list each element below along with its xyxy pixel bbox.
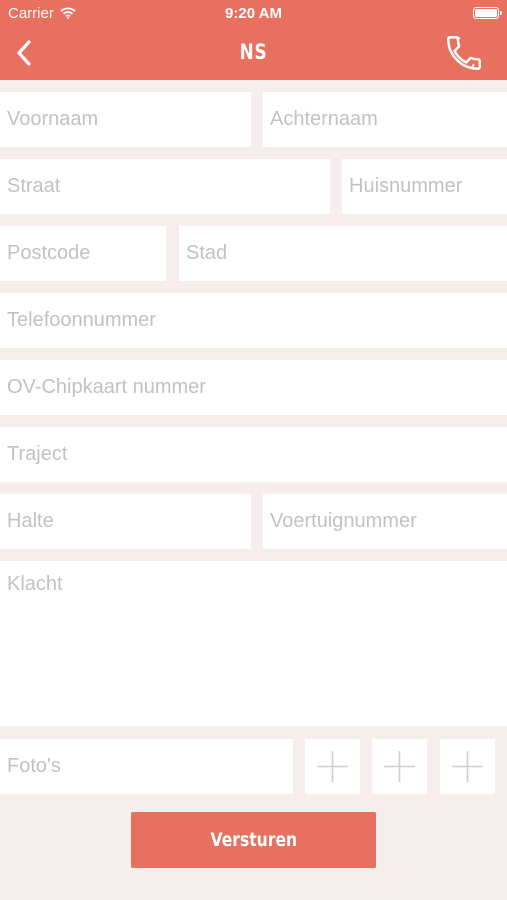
plus-icon — [440, 749, 495, 784]
phone-icon[interactable] — [443, 32, 485, 74]
street-field[interactable] — [0, 159, 330, 214]
route-field[interactable] — [0, 427, 507, 482]
add-photo-button-1[interactable] — [305, 739, 360, 794]
ov-chipkaart-field[interactable] — [0, 360, 507, 415]
vehicle-number-field[interactable] — [263, 494, 507, 549]
complaint-field[interactable] — [0, 561, 507, 726]
stop-field[interactable] — [0, 494, 251, 549]
plus-icon — [372, 749, 427, 784]
submit-button[interactable]: Versturen — [131, 812, 376, 868]
add-photo-button-2[interactable] — [372, 739, 427, 794]
first-name-field[interactable] — [0, 92, 251, 147]
postcode-field[interactable] — [0, 226, 166, 281]
photos-label: Foto's — [0, 739, 293, 794]
page-title: NS — [239, 40, 268, 64]
city-field[interactable] — [179, 226, 507, 281]
navigation-bar: NS — [0, 28, 507, 80]
add-photo-button-3[interactable] — [440, 739, 495, 794]
plus-icon — [305, 749, 360, 784]
back-chevron-icon[interactable] — [12, 38, 38, 68]
status-time: 9:20 AM — [225, 5, 282, 22]
status-bar: Carrier 9:20 AM — [0, 0, 507, 28]
last-name-field[interactable] — [263, 92, 507, 147]
phone-number-field[interactable] — [0, 293, 507, 348]
battery-icon — [473, 7, 502, 19]
submit-button-label: Versturen — [210, 829, 297, 851]
house-number-field[interactable] — [342, 159, 507, 214]
